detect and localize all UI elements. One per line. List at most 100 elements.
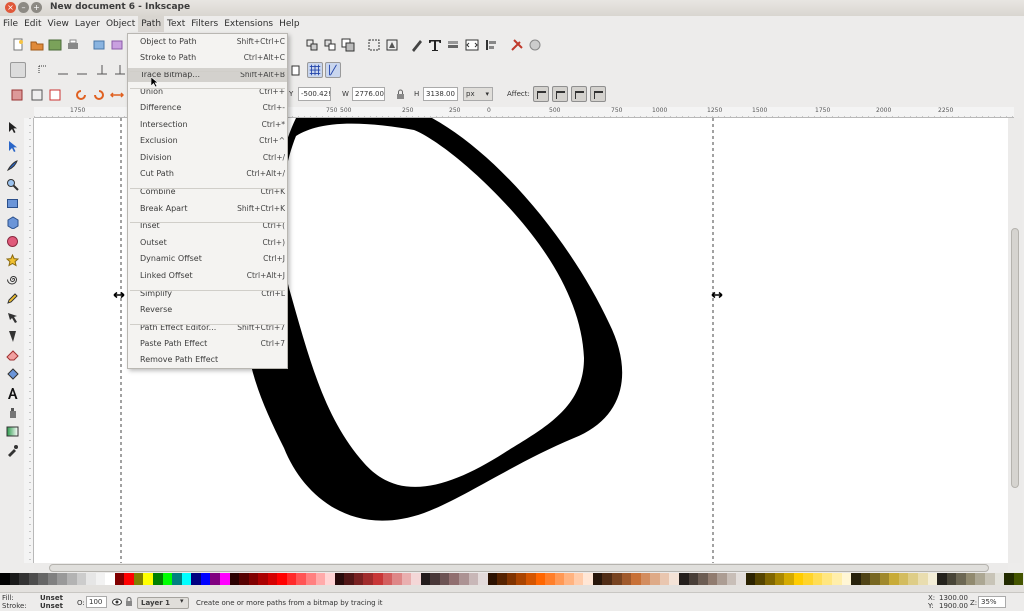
ungroup-icon[interactable] [323,38,337,52]
color-swatch[interactable] [9,573,20,585]
color-swatch[interactable] [506,573,517,585]
width-input[interactable]: 2776.00 [352,87,385,101]
color-swatch[interactable] [210,573,220,585]
color-swatch[interactable] [497,573,507,585]
group-icon[interactable] [305,38,319,52]
menu-item-object-to-path[interactable]: Object to Path Shift+Ctrl+C [128,35,287,49]
color-swatch[interactable] [784,573,794,585]
snap-bbox-icon[interactable] [36,63,50,77]
affect-patterns-button[interactable] [590,86,606,102]
stroke-value[interactable]: Unset [40,602,63,610]
color-swatch[interactable] [659,573,670,585]
color-swatch[interactable] [669,573,679,585]
color-swatch[interactable] [851,573,861,585]
color-swatch[interactable] [382,573,393,585]
color-swatch[interactable] [401,573,412,585]
eye-icon[interactable] [112,598,122,606]
snap-bbox-corner-icon[interactable] [75,63,89,77]
color-swatch[interactable] [640,573,651,585]
color-swatch[interactable] [267,573,278,585]
vertical-scrollbar[interactable] [1008,118,1022,563]
color-swatch[interactable] [478,573,488,585]
3d-box-tool-icon[interactable] [6,216,19,229]
color-swatch[interactable] [353,573,364,585]
color-swatch[interactable] [133,573,144,585]
paint-bucket-tool-icon[interactable] [6,368,19,381]
selection-handle-right[interactable] [711,291,723,299]
close-window-button[interactable]: × [5,2,16,13]
color-swatch[interactable] [372,573,383,585]
layer-lock-icon[interactable] [125,597,133,607]
color-swatch[interactable] [449,573,459,585]
menu-layer[interactable]: Layer [72,16,103,32]
duplicate-icon[interactable] [341,38,355,52]
ellipse-tool-icon[interactable] [6,235,19,248]
color-swatch[interactable] [143,573,153,585]
snap-page-icon[interactable] [291,65,300,76]
color-swatch[interactable] [650,573,660,585]
affect-stroke-width-button[interactable] [533,86,549,102]
opacity-input[interactable]: 100 [86,596,107,608]
color-swatch[interactable] [602,573,612,585]
unit-select[interactable]: px ▾ [463,87,493,101]
open-icon[interactable] [30,38,44,52]
color-swatch[interactable] [334,573,345,585]
color-swatch[interactable] [956,573,966,585]
color-swatch[interactable] [153,573,163,585]
color-swatch[interactable] [564,573,574,585]
export-icon[interactable] [110,38,124,52]
vertical-scroll-thumb[interactable] [1011,228,1019,488]
color-swatch[interactable] [745,573,756,585]
color-swatch[interactable] [411,573,421,585]
color-swatch[interactable] [984,573,995,585]
zoom-tool-icon[interactable] [6,178,19,191]
new-document-icon[interactable] [11,38,25,52]
color-swatch[interactable] [516,573,526,585]
snap-grid-button[interactable] [307,62,323,78]
color-swatch[interactable] [707,573,718,585]
zoom-selection-icon[interactable] [367,38,381,52]
eraser-tool-icon[interactable] [6,349,19,362]
maximize-window-button[interactable]: + [31,2,42,13]
color-swatch[interactable] [573,573,584,585]
color-swatch[interactable] [860,573,871,585]
text-font-icon[interactable] [428,38,442,52]
color-swatch[interactable] [296,573,306,585]
color-swatch[interactable] [774,573,785,585]
menu-item-reverse[interactable]: Reverse [128,303,287,317]
color-swatch[interactable] [229,573,240,585]
color-swatch[interactable] [898,573,909,585]
gradient-tool-icon[interactable] [6,425,19,438]
rotate-cw-icon[interactable] [92,88,106,102]
color-swatch[interactable] [726,573,737,585]
flip-horizontal-icon[interactable] [110,88,124,102]
import-icon[interactable] [92,38,106,52]
menu-filters[interactable]: Filters [188,16,221,32]
menu-item-division[interactable]: Division Ctrl+/ [128,151,287,165]
color-swatch[interactable] [831,573,842,585]
color-swatch[interactable] [621,573,632,585]
zoom-input[interactable]: 35% [978,596,1006,608]
snap-toggle-button[interactable] [10,62,26,78]
dropper-tool-icon[interactable] [6,444,19,457]
color-swatch[interactable] [28,573,39,585]
color-swatch[interactable] [879,573,890,585]
menu-item-stroke-to-path[interactable]: Stroke to Path Ctrl+Alt+C [128,51,287,65]
color-swatch[interactable] [937,573,947,585]
color-swatch[interactable] [86,573,96,585]
save-icon[interactable] [48,38,62,52]
menu-file[interactable]: File [0,16,21,32]
color-swatch[interactable] [344,573,354,585]
color-swatch[interactable] [1013,573,1024,585]
color-swatch[interactable] [468,573,479,585]
select-all-icon[interactable] [10,88,24,102]
spray-tool-icon[interactable] [6,406,19,419]
color-swatch[interactable] [525,573,536,585]
color-swatch[interactable] [927,573,938,585]
color-swatch[interactable] [717,573,727,585]
color-swatch[interactable] [545,573,555,585]
color-swatch[interactable] [592,573,603,585]
color-swatch[interactable] [181,573,192,585]
color-swatch[interactable] [306,573,316,585]
menu-help[interactable]: Help [276,16,303,32]
